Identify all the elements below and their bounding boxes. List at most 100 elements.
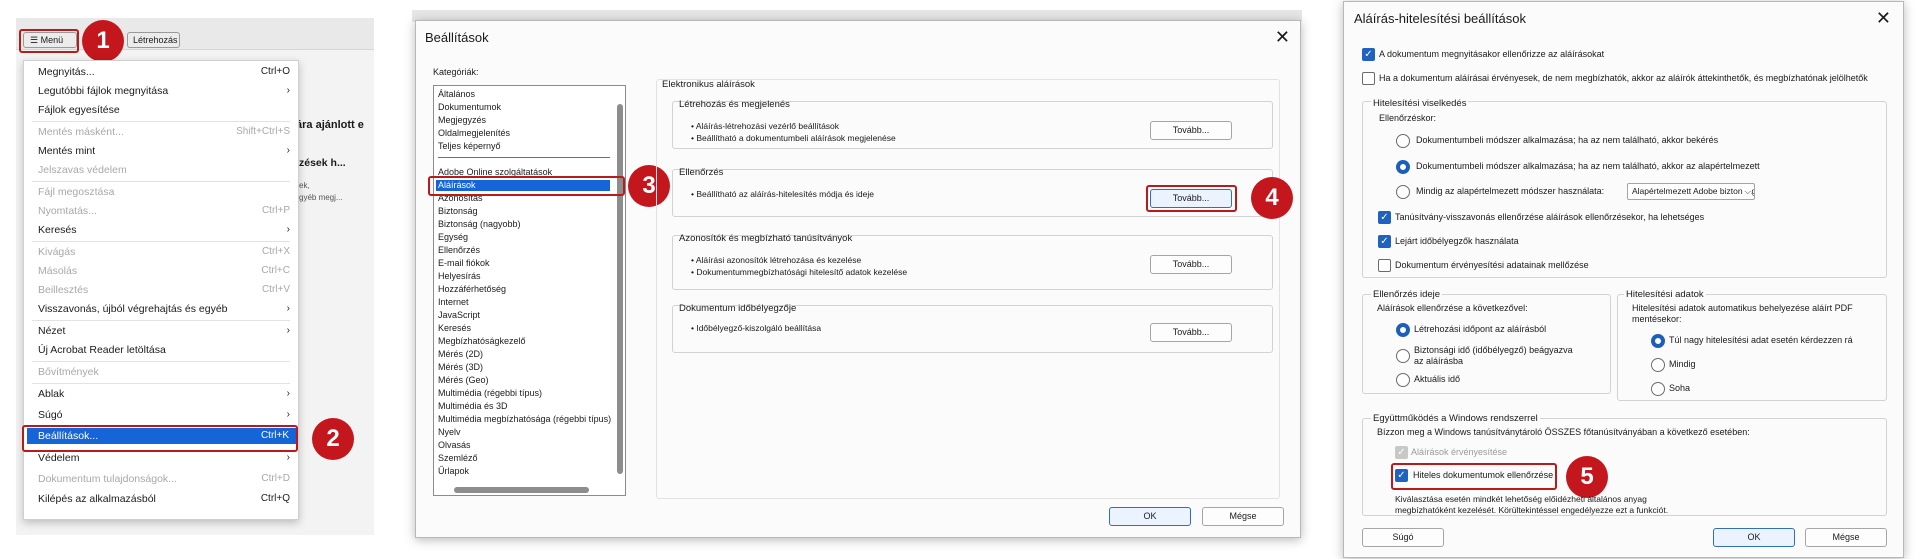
menu-item-label: Nyomtatás...	[38, 205, 97, 217]
category-item[interactable]: Keresés	[438, 323, 471, 334]
category-item[interactable]: Nyelv	[438, 427, 461, 438]
data-radio-always[interactable]	[1651, 358, 1665, 372]
menu-item-save-as-other[interactable]: Mentés mint ›	[38, 143, 290, 159]
checkbox-label: Dokumentum érvényesítési adatainak mellő…	[1395, 260, 1589, 270]
menu-item-open[interactable]: Megnyitás... Ctrl+O	[38, 64, 290, 80]
close-icon[interactable]: ✕	[1876, 9, 1891, 27]
category-item[interactable]: Biztonság (nagyobb)	[438, 219, 521, 230]
category-item[interactable]: Helyesírás	[438, 271, 481, 282]
create-button[interactable]: Létrehozás	[127, 32, 180, 48]
review-untrusted-checkbox[interactable]	[1362, 72, 1375, 85]
ok-button[interactable]: OK	[1713, 528, 1795, 547]
horizontal-scrollbar[interactable]	[454, 487, 589, 493]
cancel-button[interactable]: Mégse	[1202, 507, 1284, 526]
menu-item-recent[interactable]: Legutóbbi fájlok megnyitása ›	[38, 83, 290, 99]
chevron-right-icon: ›	[286, 388, 290, 399]
menu-item-plugins: Bővítmények	[38, 364, 290, 380]
category-item[interactable]: JavaScript	[438, 310, 480, 321]
data-radio-ask[interactable]	[1651, 334, 1665, 348]
step-5-highlight	[1391, 463, 1557, 490]
category-item[interactable]: Biztonság	[438, 206, 478, 217]
step-4-highlight	[1146, 185, 1237, 212]
menu-item-download[interactable]: Új Acrobat Reader letöltása	[38, 342, 290, 358]
time-radio-secure[interactable]	[1396, 349, 1410, 363]
time-radio-creation[interactable]	[1396, 323, 1410, 337]
category-item[interactable]: Űrlapok	[438, 466, 469, 477]
category-item[interactable]: Internet	[438, 297, 469, 308]
category-item[interactable]: Multimédia megbízhatósága (régebbi típus…	[438, 414, 611, 425]
radio-label: Túl nagy hitelesítési adat esetén kérdez…	[1669, 335, 1853, 345]
menu-item-undo[interactable]: Visszavonás, újból végrehajtás és egyéb ›	[38, 301, 290, 317]
checkbox-label: Ha a dokumentum aláírásai érvényesek, de…	[1379, 73, 1868, 83]
category-item[interactable]: Teljes képernyő	[438, 141, 501, 152]
radio-label: Létrehozási időpont az aláírásból	[1414, 324, 1547, 334]
more-button-creation[interactable]: Tovább...	[1150, 121, 1232, 140]
separator	[32, 121, 290, 122]
help-button[interactable]: Súgó	[1362, 528, 1444, 547]
category-item[interactable]: Egység	[438, 232, 468, 243]
menu-item-search[interactable]: Keresés ›	[38, 222, 290, 238]
menu-item-label: Mentés mint	[38, 145, 96, 157]
category-item[interactable]: Ellenőrzés	[438, 245, 480, 256]
time-radio-current[interactable]	[1396, 373, 1410, 387]
menu-item-combine[interactable]: Fájlok egyesítése	[38, 102, 290, 118]
category-item[interactable]: E-mail fiókok	[438, 258, 490, 269]
category-item[interactable]: Mérés (2D)	[438, 349, 483, 360]
method-radio-default[interactable]	[1396, 160, 1410, 174]
group-line: • Aláírás-létrehozási vezérlő beállításo…	[691, 121, 840, 131]
group-line: • Beállítható a dokumentumbeli aláírások…	[691, 133, 896, 143]
category-item[interactable]: Oldalmegjelenítés	[438, 128, 510, 139]
step-1-badge: 1	[82, 20, 124, 62]
menu-item-help[interactable]: Súgó ›	[38, 407, 290, 423]
category-item[interactable]: Általános	[438, 89, 475, 100]
category-item[interactable]: Multimédia és 3D	[438, 401, 508, 412]
menu-item-window[interactable]: Ablak ›	[38, 386, 290, 402]
menu-item-protection[interactable]: Védelem ›	[38, 450, 290, 466]
data-radio-never[interactable]	[1651, 382, 1665, 396]
verify-label: Ellenőrzéskor:	[1379, 113, 1437, 123]
group-title: Ellenőrzés	[679, 167, 724, 178]
signature-verification-dialog: Aláírás-hitelesítési beállítások ✕ ✓ A d…	[1343, 1, 1904, 558]
checkbox-label: Tanúsítvány-visszavonás ellenőrzése aláí…	[1395, 212, 1705, 222]
radio-label: Mindig	[1669, 359, 1696, 369]
menu-item-label: Megnyitás...	[38, 66, 95, 78]
method-radio-prompt[interactable]	[1396, 134, 1410, 148]
category-item[interactable]: Dokumentumok	[438, 102, 501, 113]
menu-item-view[interactable]: Nézet ›	[38, 323, 290, 339]
category-item[interactable]: Hozzáférhetőség	[438, 284, 506, 295]
radio-label: Mindig az alapértelmezett módszer haszná…	[1416, 186, 1605, 196]
cancel-button[interactable]: Mégse	[1805, 528, 1887, 547]
default-method-select[interactable]: Alapértelmezett Adobe biztonság ⌵	[1627, 183, 1755, 200]
ignore-validation-checkbox[interactable]	[1378, 259, 1391, 272]
more-button-identities[interactable]: Tovább...	[1150, 255, 1232, 274]
expired-timestamps-checkbox[interactable]: ✓	[1378, 235, 1391, 248]
menu-item-label: Új Acrobat Reader letöltása	[38, 344, 166, 356]
menu-item-exit[interactable]: Kilépés az alkalmazásból Ctrl+Q	[38, 491, 290, 507]
category-item[interactable]: Szemléző	[438, 453, 478, 464]
more-button-timestamp[interactable]: Tovább...	[1150, 323, 1232, 342]
close-icon[interactable]: ✕	[1275, 28, 1290, 46]
checkbox-label: A dokumentum megnyitásakor ellenőrizze a…	[1379, 49, 1605, 59]
vertical-scrollbar[interactable]	[617, 104, 623, 474]
category-item[interactable]: Mérés (Geo)	[438, 375, 489, 386]
category-item[interactable]: Olvasás	[438, 440, 471, 451]
ok-button[interactable]: OK	[1109, 507, 1191, 526]
menu-item-label: Kivágás	[38, 246, 76, 258]
category-item[interactable]: Multimédia (régebbi típus)	[438, 388, 542, 399]
menu-item-label: Fájl megosztása	[38, 186, 115, 198]
group-line: • Dokumentummegbízhatósági hitelesítő ad…	[691, 267, 908, 277]
revocation-checkbox[interactable]: ✓	[1378, 211, 1391, 224]
menu-item-print: Nyomtatás... Ctrl+P	[38, 203, 290, 219]
menu-item-label: Fájlok egyesítése	[38, 104, 120, 116]
category-item[interactable]: Megbízhatóságkezelő	[438, 336, 526, 347]
bg-text: ek,	[299, 181, 310, 190]
menu-item-label: Kilépés az alkalmazásból	[38, 493, 156, 505]
categories-list[interactable]: Általános Dokumentumok Megjegyzés Oldalm…	[433, 85, 626, 496]
category-item[interactable]: Megjegyzés	[438, 115, 486, 126]
method-radio-always[interactable]	[1396, 185, 1410, 199]
step-3-highlight	[428, 176, 625, 196]
category-item[interactable]: Mérés (3D)	[438, 362, 483, 373]
verify-on-open-checkbox[interactable]: ✓	[1362, 48, 1375, 61]
group-title: Létrehozás és megjelenés	[679, 99, 790, 110]
radio-label: Soha	[1669, 383, 1691, 393]
